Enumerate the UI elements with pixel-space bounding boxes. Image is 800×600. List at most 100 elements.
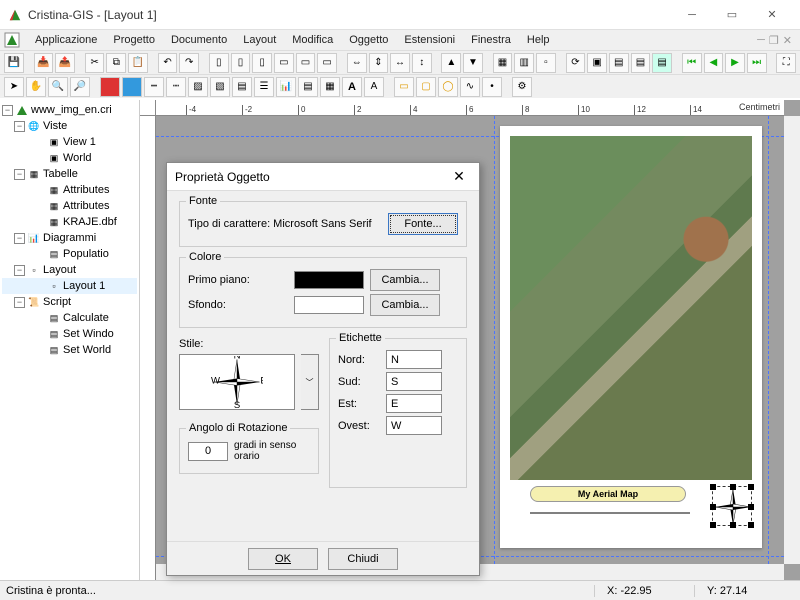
front-icon[interactable]: ▲ <box>441 53 461 73</box>
grid-icon[interactable]: ▦ <box>493 53 513 73</box>
copy-icon[interactable]: ⧉ <box>106 53 126 73</box>
align-mid-icon[interactable]: ▭ <box>296 53 316 73</box>
scale-bar[interactable] <box>530 508 700 518</box>
background-change-button[interactable]: Cambia... <box>370 294 440 316</box>
align-left-icon[interactable]: ▯ <box>209 53 229 73</box>
menu-oggetto[interactable]: Oggetto <box>342 32 395 48</box>
menu-applicazione[interactable]: Applicazione <box>28 32 104 48</box>
paste-icon[interactable]: 📋 <box>128 53 148 73</box>
prop-icon[interactable]: ▤ <box>232 77 252 97</box>
tree-item[interactable]: Attributes <box>63 200 109 212</box>
color2-icon[interactable] <box>122 77 142 97</box>
export2-icon[interactable]: ▤ <box>652 53 672 73</box>
size-w-icon[interactable]: ↔ <box>390 53 410 73</box>
polyline-icon[interactable]: ∿ <box>460 77 480 97</box>
arrow-first-icon[interactable]: ⏮ <box>682 53 702 73</box>
menu-documento[interactable]: Documento <box>164 32 234 48</box>
ok-button[interactable]: OK <box>248 548 318 570</box>
tree-item[interactable]: Populatio <box>63 248 109 260</box>
tree-item[interactable]: Attributes <box>63 184 109 196</box>
doc-icon[interactable]: ▤ <box>609 53 629 73</box>
refresh-icon[interactable]: ⟳ <box>566 53 586 73</box>
nord-input[interactable] <box>386 350 442 369</box>
legend-icon[interactable]: ▤ <box>298 77 318 97</box>
dash1-icon[interactable]: ┅ <box>144 77 164 97</box>
map-title[interactable]: My Aerial Map <box>530 486 686 502</box>
back-icon[interactable]: ▼ <box>463 53 483 73</box>
tree-diagrams[interactable]: Diagrammi <box>43 232 96 244</box>
export-icon[interactable]: 📤 <box>55 53 75 73</box>
tree-tables[interactable]: Tabelle <box>43 168 78 180</box>
tree-layouts[interactable]: Layout <box>43 264 76 276</box>
hatch1-icon[interactable]: ▨ <box>188 77 208 97</box>
menu-estensioni[interactable]: Estensioni <box>397 32 462 48</box>
mdi-minimize-icon[interactable]: ─ <box>757 34 765 47</box>
sud-input[interactable] <box>386 372 442 391</box>
est-input[interactable] <box>386 394 442 413</box>
menu-layout[interactable]: Layout <box>236 32 283 48</box>
label-icon[interactable]: A <box>364 77 384 97</box>
align-center-icon[interactable]: ▯ <box>231 53 251 73</box>
color1-icon[interactable] <box>100 77 120 97</box>
tree-item[interactable]: Set World <box>63 344 111 356</box>
align-bot-icon[interactable]: ▭ <box>317 53 337 73</box>
arrow-prev-icon[interactable]: ◀ <box>704 53 724 73</box>
tree-item[interactable]: Calculate <box>63 312 109 324</box>
layers-icon[interactable]: ☰ <box>254 77 274 97</box>
scrollbar-vertical[interactable] <box>784 116 800 564</box>
maximize-button[interactable]: ▭ <box>712 1 752 29</box>
undo-icon[interactable]: ↶ <box>158 53 178 73</box>
size-h-icon[interactable]: ↕ <box>412 53 432 73</box>
save-icon[interactable]: 💾 <box>4 53 24 73</box>
foreground-change-button[interactable]: Cambia... <box>370 269 440 291</box>
menu-modifica[interactable]: Modifica <box>285 32 340 48</box>
align-right-icon[interactable]: ▯ <box>252 53 272 73</box>
menu-progetto[interactable]: Progetto <box>106 32 162 48</box>
tree-scripts[interactable]: Script <box>43 296 71 308</box>
pan-icon[interactable]: ✋ <box>26 77 46 97</box>
compass-north-arrow[interactable] <box>712 486 752 526</box>
align-top-icon[interactable]: ▭ <box>274 53 294 73</box>
arrow-next-icon[interactable]: ▶ <box>725 53 745 73</box>
ellipse-icon[interactable]: ◯ <box>438 77 458 97</box>
tree-item[interactable]: World <box>63 152 92 164</box>
tree-item[interactable]: View 1 <box>63 136 96 148</box>
redo-icon[interactable]: ↷ <box>179 53 199 73</box>
hatch2-icon[interactable]: ▧ <box>210 77 230 97</box>
page-icon[interactable]: ▫ <box>536 53 556 73</box>
menu-help[interactable]: Help <box>520 32 557 48</box>
dist-v-icon[interactable]: ⇕ <box>369 53 389 73</box>
dash2-icon[interactable]: ┉ <box>166 77 186 97</box>
pointer-icon[interactable]: ➤ <box>4 77 24 97</box>
tree-item[interactable]: Set Windo <box>63 328 114 340</box>
close-dialog-button[interactable]: Chiudi <box>328 548 398 570</box>
tree-item[interactable]: KRAJE.dbf <box>63 216 117 228</box>
map-frame[interactable] <box>510 136 752 480</box>
rotation-input[interactable] <box>188 442 228 461</box>
close-button[interactable]: ✕ <box>752 1 792 29</box>
page-sheet[interactable]: My Aerial Map <box>500 126 762 548</box>
menu-finestra[interactable]: Finestra <box>464 32 518 48</box>
zoom-icon[interactable]: 🔍 <box>48 77 68 97</box>
roundrect-icon[interactable]: ▢ <box>416 77 436 97</box>
project-icon[interactable]: ▤ <box>631 53 651 73</box>
text-icon[interactable]: A <box>342 77 362 97</box>
zoomout-icon[interactable]: 🔎 <box>70 77 90 97</box>
ruler-icon[interactable]: ▥ <box>514 53 534 73</box>
cut-icon[interactable]: ✂ <box>85 53 105 73</box>
mdi-close-icon[interactable]: ✕ <box>783 34 792 47</box>
window-icon[interactable]: ▣ <box>587 53 607 73</box>
ovest-input[interactable] <box>386 416 442 435</box>
grid2-icon[interactable]: ▦ <box>320 77 340 97</box>
mdi-restore-icon[interactable]: ❐ <box>769 34 779 47</box>
dialog-close-icon[interactable]: ✕ <box>447 168 471 185</box>
font-button[interactable]: Fonte... <box>388 213 458 235</box>
settings-icon[interactable]: ⚙ <box>512 77 532 97</box>
tree-item-selected[interactable]: Layout 1 <box>63 280 105 292</box>
style-dropdown-button[interactable]: ﹀ <box>301 354 319 410</box>
tree-views[interactable]: Viste <box>43 120 67 132</box>
rect-icon[interactable]: ▭ <box>394 77 414 97</box>
point-icon[interactable]: • <box>482 77 502 97</box>
arrow-last-icon[interactable]: ⏭ <box>747 53 767 73</box>
tree-root[interactable]: www_img_en.cri <box>31 104 112 116</box>
